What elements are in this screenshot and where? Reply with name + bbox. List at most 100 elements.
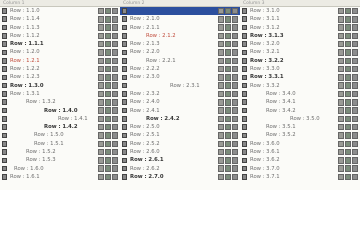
settings-icon[interactable] <box>345 82 351 89</box>
row-toggle-icon[interactable] <box>122 49 127 56</box>
list-item[interactable] <box>120 7 240 16</box>
grid-icon[interactable] <box>112 165 118 172</box>
edit-icon[interactable] <box>338 115 344 123</box>
settings-icon[interactable] <box>105 49 111 56</box>
edit-icon[interactable] <box>338 65 344 73</box>
list-item[interactable]: Row : 1.5.0 <box>0 131 120 139</box>
list-item[interactable]: Row : 3.1.0 <box>240 7 360 15</box>
grid-icon[interactable] <box>232 32 238 40</box>
grid-icon[interactable] <box>352 32 358 40</box>
grid-icon[interactable] <box>232 165 238 172</box>
edit-icon[interactable] <box>218 132 224 139</box>
grid-icon[interactable] <box>232 173 238 181</box>
row-toggle-icon[interactable] <box>242 33 247 39</box>
edit-icon[interactable] <box>218 24 224 31</box>
settings-icon[interactable] <box>225 107 231 114</box>
row-toggle-icon[interactable] <box>122 132 127 139</box>
edit-icon[interactable] <box>338 74 344 81</box>
row-toggle-icon[interactable] <box>122 165 127 172</box>
settings-icon[interactable] <box>225 40 231 48</box>
row-toggle-icon[interactable] <box>242 16 247 23</box>
settings-icon[interactable] <box>345 65 351 73</box>
edit-icon[interactable] <box>338 32 344 40</box>
grid-icon[interactable] <box>112 32 118 40</box>
settings-icon[interactable] <box>225 74 231 81</box>
edit-icon[interactable] <box>338 132 344 139</box>
list-item[interactable]: Row : 3.1.3 <box>240 32 360 40</box>
row-toggle-icon[interactable] <box>242 99 247 106</box>
list-item[interactable]: Row : 1.4.1 <box>0 115 120 123</box>
settings-icon[interactable] <box>345 99 351 106</box>
row-toggle-icon[interactable] <box>2 66 7 72</box>
list-item[interactable]: Row : 1.1.2 <box>0 32 120 40</box>
row-toggle-icon[interactable] <box>122 157 127 164</box>
row-toggle-icon[interactable] <box>2 174 7 180</box>
settings-icon[interactable] <box>345 16 351 23</box>
grid-icon[interactable] <box>352 140 358 148</box>
row-toggle-icon[interactable] <box>242 107 247 114</box>
list-item[interactable]: Row : 3.6.1 <box>240 148 360 156</box>
list-item[interactable]: Row : 2.1.1 <box>120 24 240 32</box>
settings-icon[interactable] <box>105 132 111 139</box>
grid-icon[interactable] <box>232 115 238 123</box>
grid-icon[interactable] <box>232 123 238 131</box>
row-toggle-icon[interactable] <box>242 74 247 81</box>
grid-icon[interactable] <box>232 7 238 15</box>
list-item[interactable]: Row : 2.2.1 <box>120 57 240 65</box>
settings-icon[interactable] <box>345 132 351 139</box>
row-toggle-icon[interactable] <box>2 91 7 97</box>
grid-icon[interactable] <box>112 107 118 114</box>
row-toggle-icon[interactable] <box>122 16 127 23</box>
row-toggle-icon[interactable] <box>122 24 127 31</box>
list-item[interactable]: Row : 2.1.3 <box>120 40 240 48</box>
edit-icon[interactable] <box>98 115 104 123</box>
list-item[interactable]: Row : 1.1.0 <box>0 7 120 15</box>
edit-icon[interactable] <box>98 165 104 172</box>
settings-icon[interactable] <box>105 40 111 48</box>
row-toggle-icon[interactable] <box>122 91 127 97</box>
row-toggle-icon[interactable] <box>2 132 7 139</box>
list-item[interactable]: Row : 3.5.1 <box>240 123 360 131</box>
settings-icon[interactable] <box>345 115 351 123</box>
row-toggle-icon[interactable] <box>122 107 127 114</box>
grid-icon[interactable] <box>232 140 238 148</box>
grid-icon[interactable] <box>232 148 238 156</box>
list-item[interactable]: Row : 3.5.2 <box>240 131 360 139</box>
edit-icon[interactable] <box>218 90 224 98</box>
row-toggle-icon[interactable] <box>242 124 247 130</box>
settings-icon[interactable] <box>105 57 111 65</box>
list-item[interactable]: Row : 3.3.1 <box>240 73 360 81</box>
edit-icon[interactable] <box>98 107 104 114</box>
list-item[interactable]: Row : 3.2.2 <box>240 57 360 65</box>
grid-icon[interactable] <box>112 132 118 139</box>
edit-icon[interactable] <box>98 65 104 73</box>
grid-icon[interactable] <box>352 157 358 164</box>
list-item[interactable]: Row : 2.1.0 <box>120 15 240 23</box>
list-item[interactable]: Row : 2.5.0 <box>120 123 240 131</box>
edit-icon[interactable] <box>98 49 104 56</box>
edit-icon[interactable] <box>338 107 344 114</box>
grid-icon[interactable] <box>232 90 238 98</box>
list-item[interactable]: Row : 2.4.0 <box>120 98 240 106</box>
settings-icon[interactable] <box>105 65 111 73</box>
list-item[interactable]: Row : 1.1.3 <box>0 24 120 32</box>
list-item[interactable]: Row : 3.3.2 <box>240 82 360 90</box>
row-toggle-icon[interactable] <box>242 174 247 180</box>
edit-icon[interactable] <box>218 40 224 48</box>
edit-icon[interactable] <box>98 40 104 48</box>
list-item[interactable]: Row : 1.1.1 <box>0 40 120 48</box>
list-item[interactable]: Row : 1.3.0 <box>0 82 120 90</box>
settings-icon[interactable] <box>105 148 111 156</box>
list-item[interactable]: Row : 1.5.1 <box>0 140 120 148</box>
list-item[interactable]: Row : 1.6.1 <box>0 173 120 181</box>
edit-icon[interactable] <box>98 82 104 89</box>
settings-icon[interactable] <box>225 82 231 89</box>
settings-icon[interactable] <box>225 173 231 181</box>
row-toggle-icon[interactable] <box>2 33 7 39</box>
grid-icon[interactable] <box>352 57 358 65</box>
edit-icon[interactable] <box>98 148 104 156</box>
edit-icon[interactable] <box>98 90 104 98</box>
edit-icon[interactable] <box>218 107 224 114</box>
edit-icon[interactable] <box>338 99 344 106</box>
settings-icon[interactable] <box>345 74 351 81</box>
